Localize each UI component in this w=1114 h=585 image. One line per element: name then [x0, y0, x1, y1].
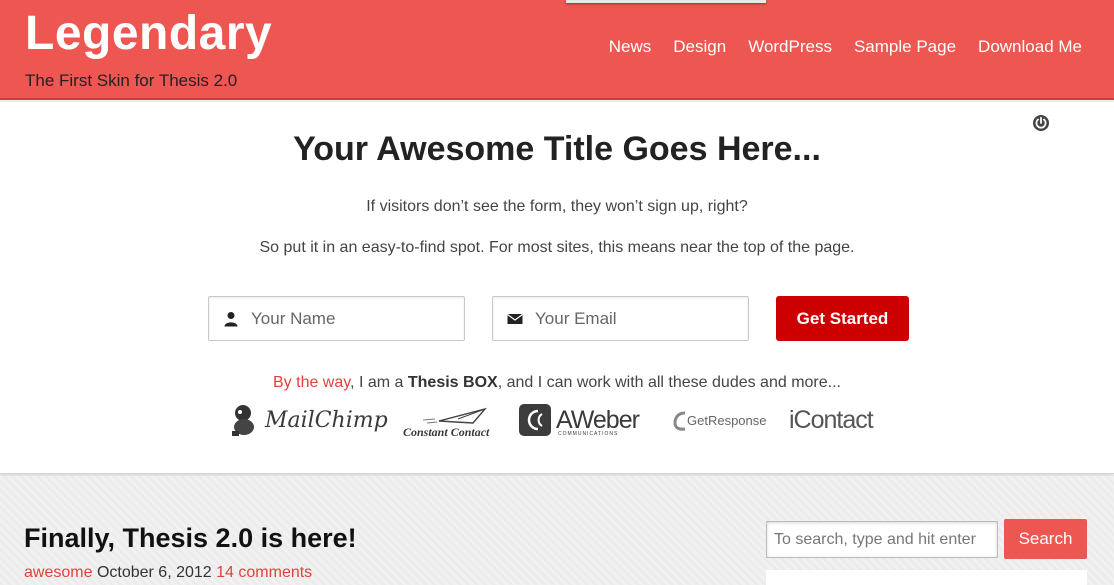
optin-box: Your Awesome Title Goes Here... If visit… — [0, 102, 1114, 474]
icontact-logo: iContact — [789, 400, 874, 440]
nav-item-wordpress[interactable]: WordPress — [748, 37, 832, 57]
sidebar-widget — [766, 570, 1087, 585]
top-tab[interactable] — [566, 0, 766, 3]
post-meta: awesome October 6, 2012 14 comments — [24, 564, 312, 582]
icontact-logo-text: iContact — [789, 405, 874, 434]
works-mid-text: , I am a — [350, 374, 408, 391]
email-field[interactable] — [492, 296, 749, 341]
chimp-icon — [232, 405, 254, 436]
mailchimp-logo: MailChimp — [229, 400, 388, 440]
optin-text-1: If visitors don’t see the form, they won… — [366, 198, 748, 215]
site-header: Legendary The First Skin for Thesis 2.0 … — [0, 0, 1114, 100]
email-input[interactable] — [535, 308, 735, 329]
nav-item-design[interactable]: Design — [673, 37, 726, 57]
envelope-fly-icon — [422, 407, 487, 424]
partner-logos: MailChimp Constant Contact AWeber COMMUN… — [229, 400, 889, 440]
name-field[interactable] — [208, 296, 465, 341]
nav-item-news[interactable]: News — [609, 37, 652, 57]
integrations-text: By the way, I am a Thesis BOX, and I can… — [0, 374, 1114, 392]
works-suffix-text: , and I can work with all these dudes an… — [497, 374, 841, 391]
nav-item-sample-page[interactable]: Sample Page — [854, 37, 956, 57]
constant-contact-logo: Constant Contact — [403, 400, 493, 440]
post-title[interactable]: Finally, Thesis 2.0 is here! — [24, 523, 357, 554]
getresponse-logo: GetResponse — [673, 400, 767, 440]
site-title[interactable]: Legendary — [25, 6, 272, 61]
search-button[interactable]: Search — [1004, 519, 1087, 559]
optin-text-2: So put it in an easy-to-find spot. For m… — [259, 239, 855, 256]
post-date: October 6, 2012 — [96, 564, 212, 581]
post-category-link[interactable]: awesome — [24, 564, 92, 581]
nav-item-download-me[interactable]: Download Me — [978, 37, 1082, 57]
by-the-way-text: By the way — [273, 374, 351, 391]
aweber-icon — [519, 404, 551, 436]
name-input[interactable] — [251, 308, 451, 329]
main-nav: News Design WordPress Sample Page Downlo… — [609, 37, 1082, 57]
thesis-box-text: Thesis BOX — [407, 374, 498, 391]
post-comments-link[interactable]: 14 comments — [216, 564, 312, 581]
get-started-button[interactable]: Get Started — [776, 296, 909, 341]
mailchimp-logo-text: MailChimp — [265, 407, 388, 433]
envelope-icon — [507, 313, 523, 324]
search-input[interactable] — [766, 521, 998, 558]
user-icon — [224, 311, 238, 326]
constant-contact-logo-text: Constant Contact — [403, 425, 490, 439]
site-tagline: The First Skin for Thesis 2.0 — [25, 71, 238, 90]
aweber-logo: AWeber COMMUNICATIONS — [518, 400, 640, 440]
optin-title: Your Awesome Title Goes Here... — [293, 130, 821, 168]
aweber-logo-subtext: COMMUNICATIONS — [558, 431, 619, 437]
getresponse-logo-text: GetResponse — [687, 412, 767, 428]
getresponse-icon — [673, 411, 686, 431]
